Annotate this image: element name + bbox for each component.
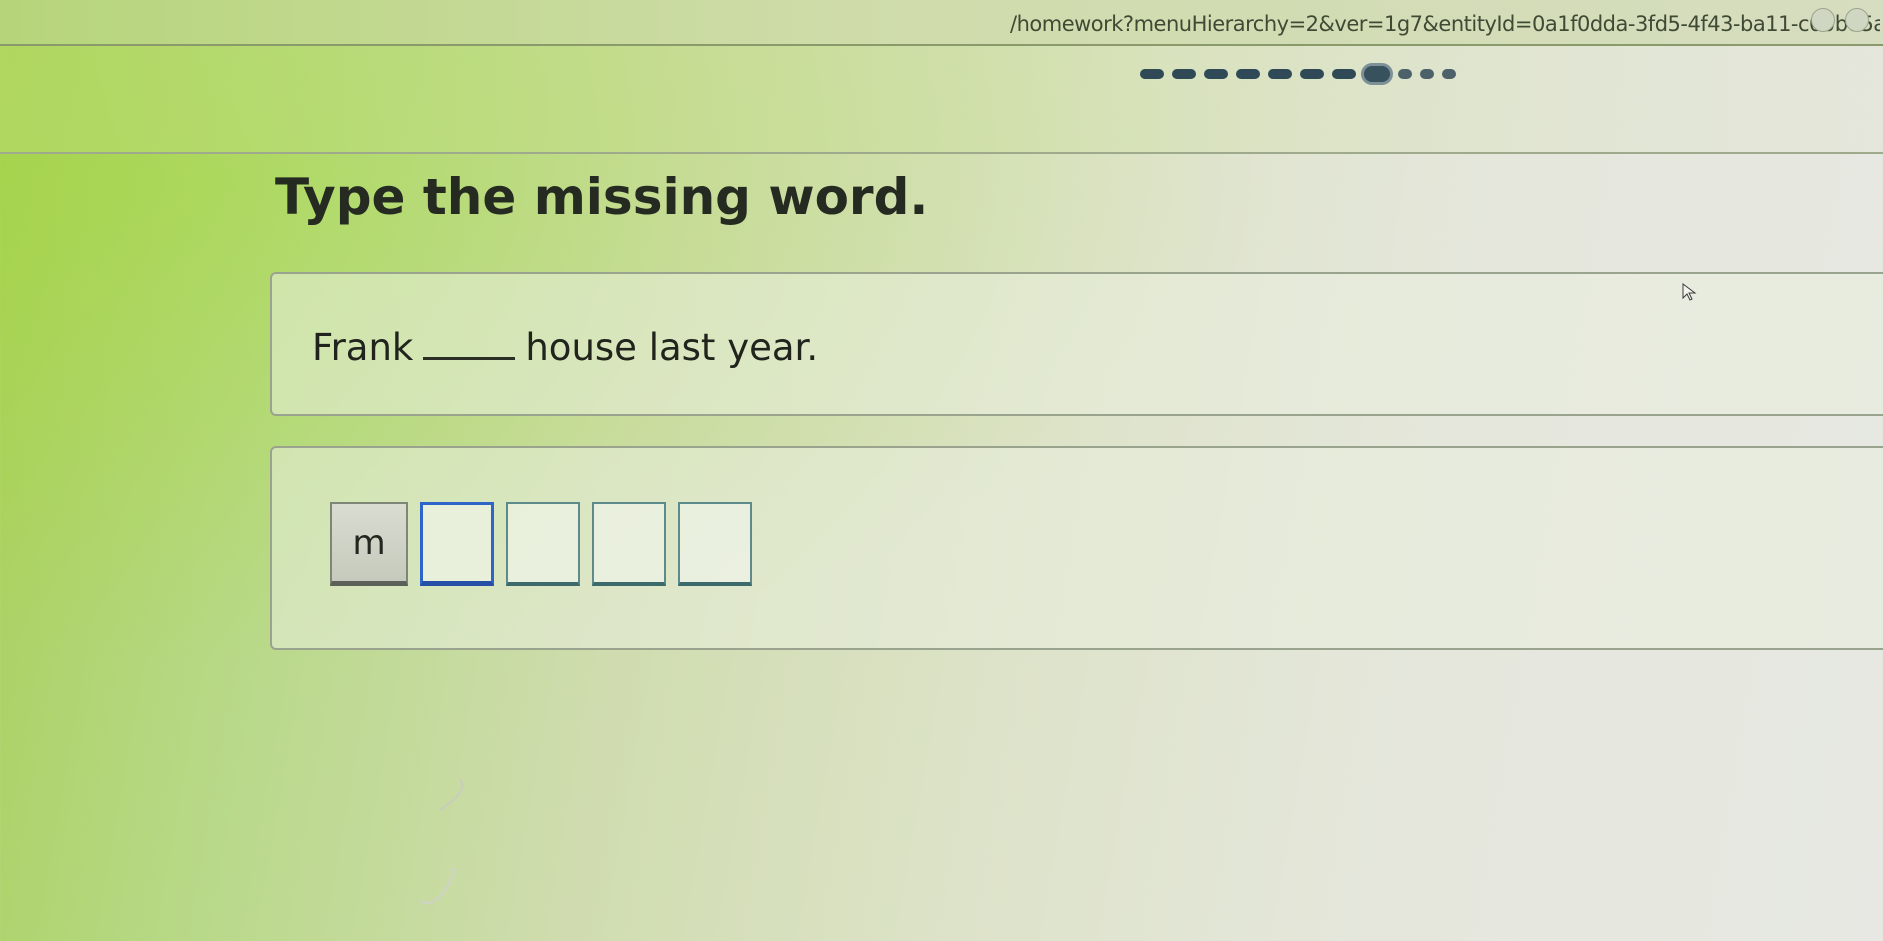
progress-dot [1140,69,1164,79]
extension-icon[interactable] [1811,8,1835,32]
mouse-cursor-icon [1682,283,1697,301]
sentence-after: house last year. [525,326,819,369]
browser-toolbar: /homework?menuHierarchy=2&ver=1g7&entity… [0,0,1883,46]
letter-boxes: m [330,502,752,586]
profile-icon[interactable] [1845,8,1869,32]
activity-header [0,46,1883,154]
progress-dot [1268,69,1292,79]
sentence-before: Frank [312,326,414,369]
letter-input[interactable] [592,502,666,586]
progress-dot [1236,69,1260,79]
progress-dot [1204,69,1228,79]
letter-input[interactable] [678,502,752,586]
progress-dot [1364,66,1390,82]
progress-dot [1172,69,1196,79]
answer-card: m [270,446,1883,650]
progress-dot [1300,69,1324,79]
progress-dot [1420,69,1434,79]
progress-dot [1442,69,1456,79]
sentence-card: Frank house last year. [270,272,1883,416]
sentence: Frank house last year. [312,326,818,369]
sentence-blank [423,347,516,360]
question-prompt: Type the missing word. [275,168,929,226]
question-progress [1140,66,1456,82]
given-letter-tile: m [330,502,408,586]
progress-dot [1332,69,1356,79]
address-bar[interactable]: /homework?menuHierarchy=2&ver=1g7&entity… [1010,12,1880,36]
letter-input[interactable] [420,502,494,586]
screen-smudge [419,779,464,905]
progress-dot [1398,69,1412,79]
letter-input[interactable] [506,502,580,586]
browser-icons [1811,8,1869,32]
